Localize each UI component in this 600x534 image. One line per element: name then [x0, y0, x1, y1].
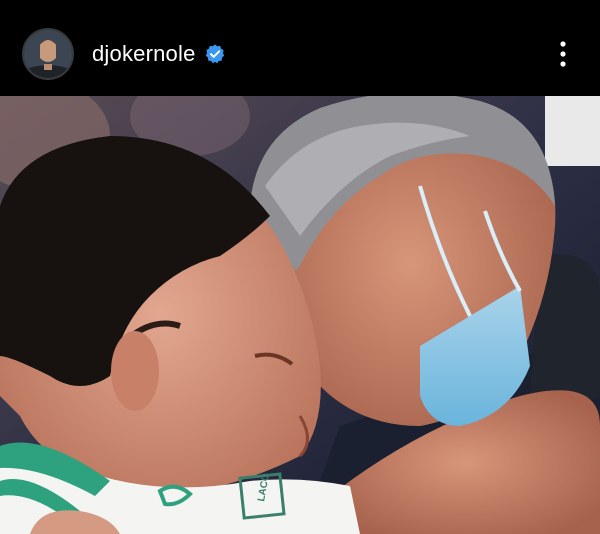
username-row: djokernole: [92, 38, 226, 70]
post-photo[interactable]: LACO: [0, 96, 600, 534]
verified-badge-icon: [205, 44, 224, 64]
more-vertical-icon: [560, 41, 566, 67]
instagram-post: djokernole LACO: [0, 0, 600, 534]
avatar-image: [24, 30, 72, 78]
avatar[interactable]: [22, 28, 74, 80]
post-image: [0, 96, 600, 534]
post-header: djokernole: [0, 0, 600, 96]
more-options-button[interactable]: [548, 36, 578, 72]
username[interactable]: djokernole: [92, 38, 196, 70]
